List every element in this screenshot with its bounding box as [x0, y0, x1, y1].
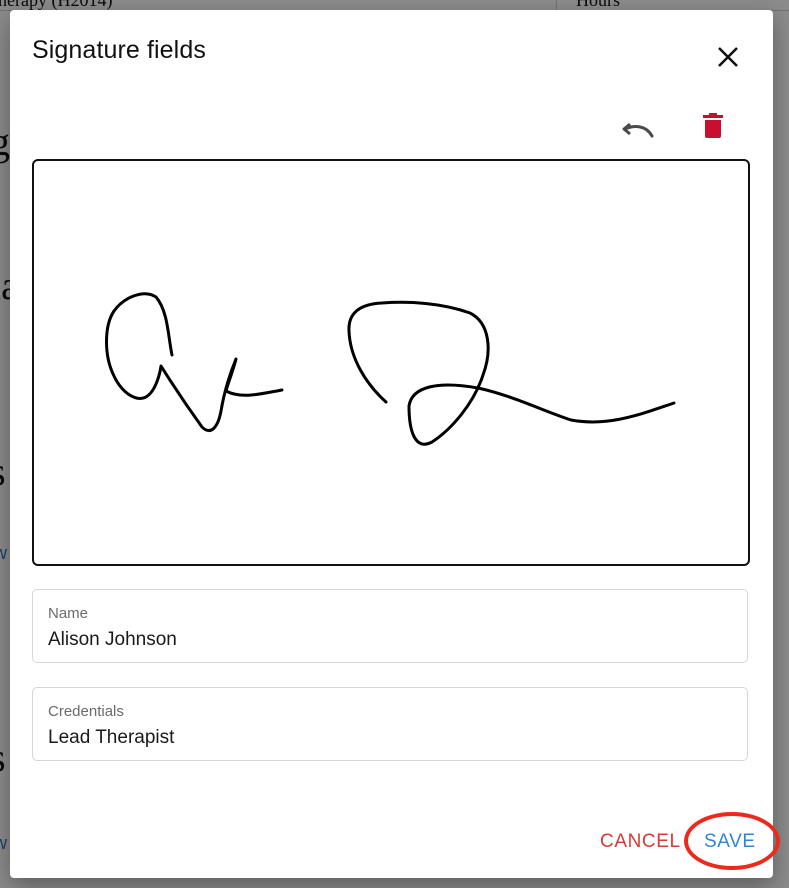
trash-icon: [703, 113, 723, 138]
credentials-field-label: Credentials: [48, 703, 124, 720]
save-button[interactable]: SAVE: [704, 831, 756, 853]
undo-button[interactable]: [618, 110, 658, 150]
signature-stroke: [105, 292, 676, 446]
close-icon: [718, 47, 738, 67]
close-button[interactable]: [710, 39, 746, 75]
name-field[interactable]: Name: [32, 589, 748, 663]
undo-icon: [622, 122, 654, 138]
signature-canvas[interactable]: [32, 159, 750, 566]
cancel-button[interactable]: CANCEL: [600, 831, 681, 853]
signature-dialog: Signature fields Name Credentials: [10, 10, 773, 878]
credentials-input[interactable]: [48, 727, 728, 749]
credentials-field[interactable]: Credentials: [32, 687, 748, 761]
name-input[interactable]: [48, 629, 728, 651]
name-field-label: Name: [48, 605, 89, 622]
clear-signature-button[interactable]: [693, 106, 733, 146]
dialog-title: Signature fields: [32, 36, 206, 64]
